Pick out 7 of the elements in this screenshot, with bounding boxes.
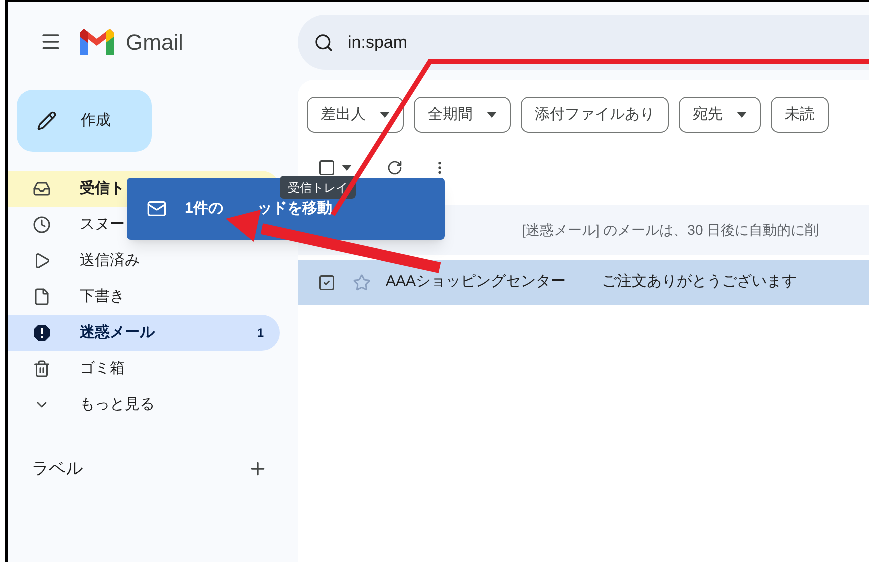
tooltip: 受信トレイ [280, 176, 356, 199]
sender: AAAショッピングセンター [386, 272, 568, 292]
subject: ご注文ありがとうございます [602, 272, 797, 292]
unread-count: 1 [257, 325, 264, 342]
app-name: Gmail [126, 28, 184, 56]
drag-text: 1件の [185, 198, 224, 219]
labels-heading: ラベル [32, 458, 83, 480]
